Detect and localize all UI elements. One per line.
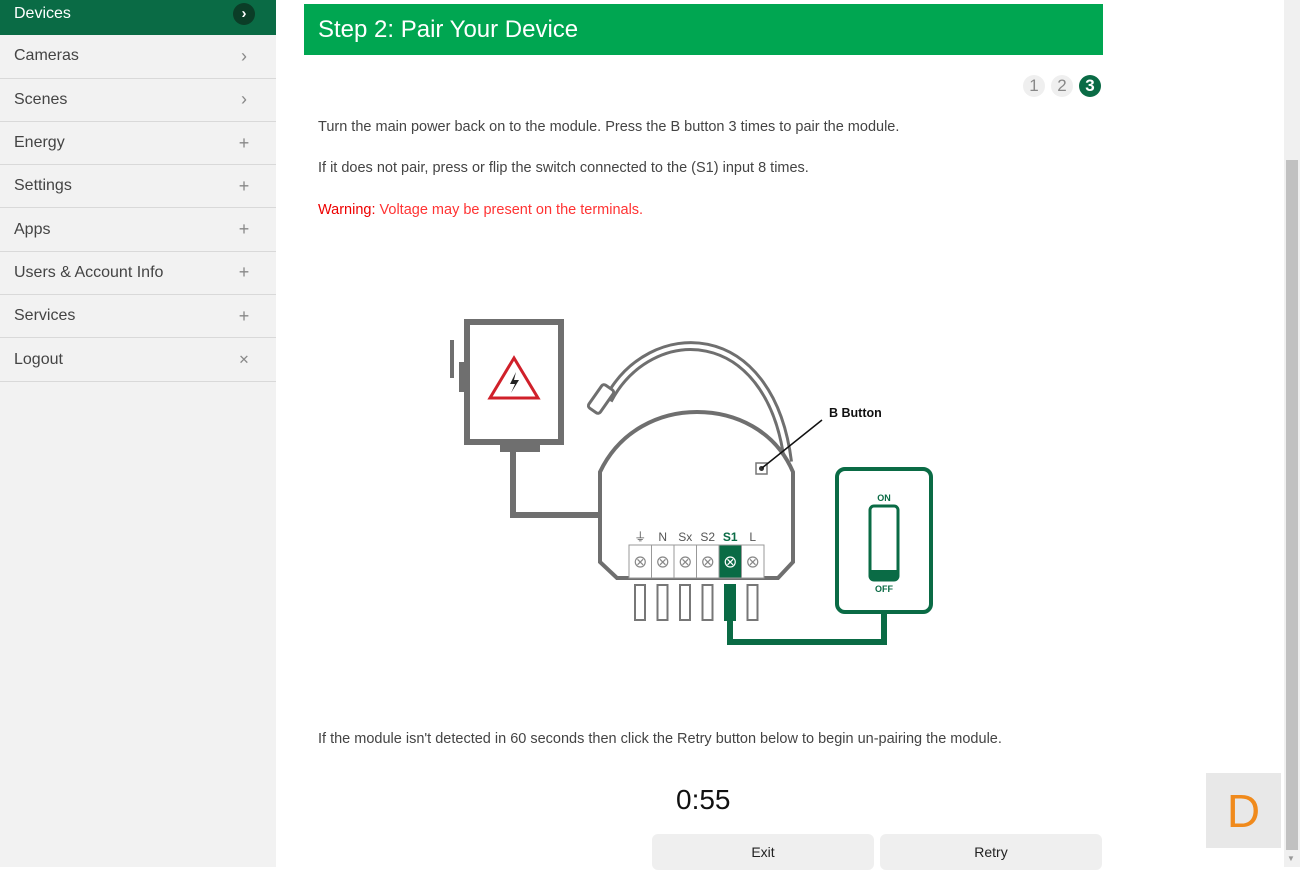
terminal-pin (634, 584, 646, 621)
terminal-label: ⏚ (634, 530, 646, 544)
terminal-pin (656, 584, 669, 621)
retry-note: If the module isn't detected in 60 secon… (318, 731, 1002, 747)
wall-switch: ON OFF (835, 467, 933, 614)
terminal-label: S1 (723, 530, 738, 544)
retry-button[interactable]: Retry (880, 834, 1102, 870)
terminal-label: Sx (678, 530, 692, 544)
exit-button[interactable]: Exit (652, 834, 874, 870)
terminal-label: S2 (700, 530, 715, 544)
scrollbar-thumb[interactable] (1286, 160, 1298, 850)
terminal-pin (724, 584, 736, 621)
scroll-down-arrow-icon[interactable]: ▼ (1287, 854, 1295, 863)
terminal-pin (701, 584, 714, 621)
switch-off-label: OFF (875, 584, 893, 594)
terminal-pin (746, 584, 759, 621)
terminal-pin (679, 584, 691, 621)
terminal-label: L (749, 530, 756, 544)
countdown-timer: 0:55 (676, 784, 731, 815)
scrollbar[interactable]: ▼ (1284, 0, 1300, 867)
help-widget-button[interactable]: D (1206, 773, 1281, 848)
b-button-label: B Button (829, 406, 882, 420)
switch-on-label: ON (877, 493, 891, 503)
terminal-label: N (658, 530, 667, 544)
power-box (450, 319, 603, 518)
